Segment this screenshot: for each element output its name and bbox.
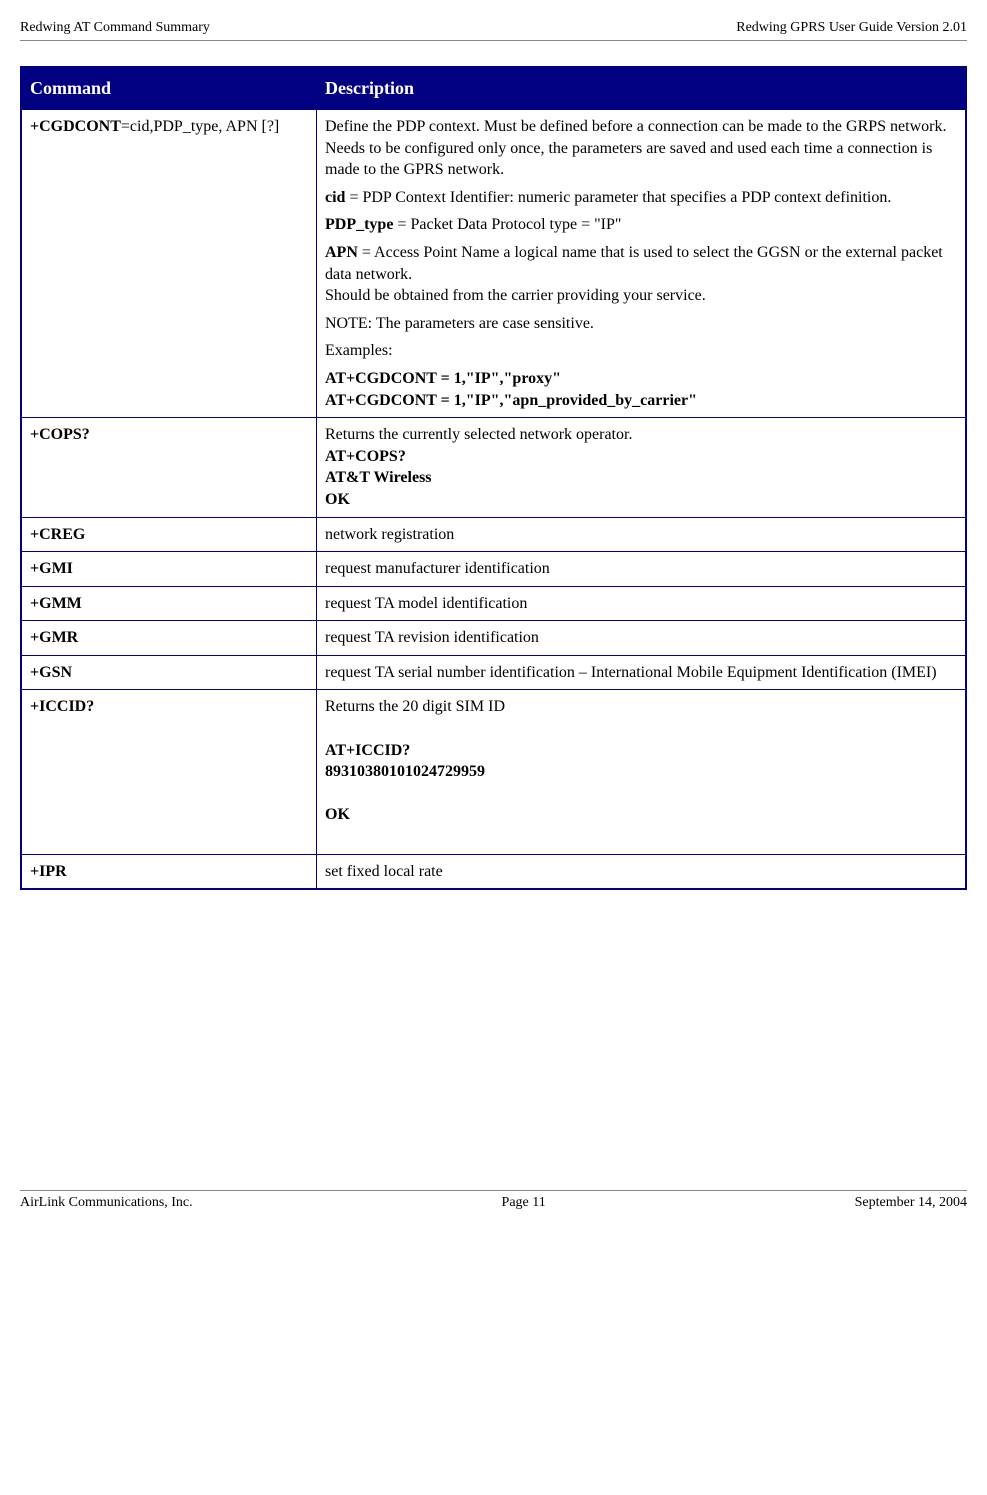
footer-left: AirLink Communications, Inc. [20,1195,193,1211]
table-row: +COPS? Returns the currently selected ne… [21,418,966,517]
desc-line: 89310380101024729959 [325,761,957,783]
desc-iccid: Returns the 20 digit SIM ID AT+ICCID? 89… [317,690,967,854]
page-header: Redwing AT Command Summary Redwing GPRS … [20,20,967,41]
desc-creg: network registration [317,517,967,552]
cmd-creg: +CREG [21,517,317,552]
desc-line: OK [325,804,957,826]
table-row: +CGDCONT=cid,PDP_type, APN [?] Define th… [21,110,966,418]
param-desc: = Access Point Name a logical name that … [325,244,943,283]
cmd-ipr: +IPR [21,854,317,889]
cmd-cgdcont: +CGDCONT=cid,PDP_type, APN [?] [21,110,317,418]
param-name: PDP_type [325,216,393,233]
table-row: +GSN request TA serial number identifica… [21,655,966,690]
desc-gmi: request manufacturer identification [317,552,967,587]
desc-note: NOTE: The parameters are case sensitive. [325,313,957,335]
header-left: Redwing AT Command Summary [20,20,210,36]
desc-text: Returns the 20 digit SIM ID [325,696,957,718]
cmd-gmm: +GMM [21,586,317,621]
cmd-name: +CGDCONT [30,118,121,135]
cmd-gsn: +GSN [21,655,317,690]
desc-ipr: set fixed local rate [317,854,967,889]
param-desc: = PDP Context Identifier: numeric parame… [345,189,891,206]
table-row: +CREG network registration [21,517,966,552]
table-row: +IPR set fixed local rate [21,854,966,889]
page-footer: AirLink Communications, Inc. Page 11 Sep… [20,1190,967,1211]
desc-line: OK [325,489,957,511]
param-name: APN [325,244,358,261]
cmd-iccid: +ICCID? [21,690,317,854]
param-name: cid [325,189,345,206]
desc-example: AT+CGDCONT = 1,"IP","proxy" [325,368,957,390]
param-desc: = Packet Data Protocol type = "IP" [393,216,621,233]
desc-cops: Returns the currently selected network o… [317,418,967,517]
table-row: +GMM request TA model identification [21,586,966,621]
desc-line: AT+ICCID? [325,740,957,762]
desc-gmr: request TA revision identification [317,621,967,656]
desc-text: Returns the currently selected network o… [325,424,957,446]
table-row: +ICCID? Returns the 20 digit SIM ID AT+I… [21,690,966,854]
desc-gmm: request TA model identification [317,586,967,621]
desc-example: AT+CGDCONT = 1,"IP","apn_provided_by_car… [325,390,957,412]
param-desc2: Should be obtained from the carrier prov… [325,287,706,304]
desc-text: APN = Access Point Name a logical name t… [325,242,957,307]
desc-gsn: request TA serial number identification … [317,655,967,690]
cmd-cops: +COPS? [21,418,317,517]
desc-text: cid = PDP Context Identifier: numeric pa… [325,187,957,209]
cmd-gmr: +GMR [21,621,317,656]
table-header-row: Command Description [21,67,966,110]
desc-text: Define the PDP context. Must be defined … [325,116,957,181]
desc-cgdcont: Define the PDP context. Must be defined … [317,110,967,418]
command-table: Command Description +CGDCONT=cid,PDP_typ… [20,66,967,890]
desc-line: AT+COPS? [325,446,957,468]
footer-right: September 14, 2004 [855,1195,967,1211]
footer-center: Page 11 [502,1195,546,1211]
th-command: Command [21,67,317,110]
cmd-gmi: +GMI [21,552,317,587]
desc-line: AT&T Wireless [325,467,957,489]
table-row: +GMI request manufacturer identification [21,552,966,587]
header-right: Redwing GPRS User Guide Version 2.01 [736,20,967,36]
desc-text: PDP_type = Packet Data Protocol type = "… [325,214,957,236]
desc-examples-label: Examples: [325,340,957,362]
cmd-args: =cid,PDP_type, APN [?] [121,118,279,135]
table-row: +GMR request TA revision identification [21,621,966,656]
th-description: Description [317,67,967,110]
